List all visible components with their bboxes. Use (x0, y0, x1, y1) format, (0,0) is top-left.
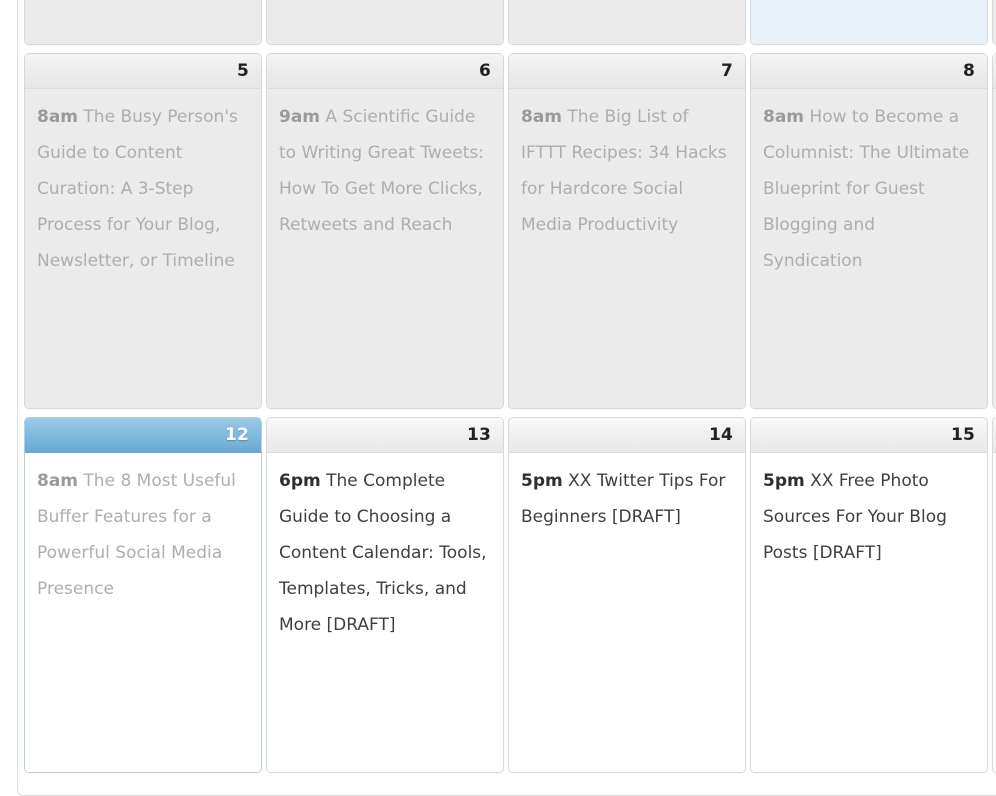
calendar-day-cell-9[interactable]: 9 (992, 53, 996, 409)
calendar-day-cell-15[interactable]: 15 5pm XX Free Photo Sources For Your Blo… (750, 417, 988, 773)
event-time: 5pm (763, 471, 805, 491)
day-number: 14 (708, 424, 733, 445)
day-events-list (751, 0, 987, 44)
day-events-list: 5pm XX Twitter Tips For Beginners [DRAFT… (509, 453, 745, 772)
day-events-list: 6pm The Complete Guide to Choosing a Con… (267, 453, 503, 772)
calendar-event[interactable]: 6pm The Complete Guide to Choosing a Con… (279, 463, 491, 643)
day-events-list: 5pm XX Free Photo Sources For Your Blog … (751, 453, 987, 772)
day-header[interactable]: 14 (509, 418, 745, 453)
calendar-grid: 5 8am The Busy Person's Guide to Content … (17, 0, 996, 796)
calendar-week-row: 12 8am The 8 Most Useful Buffer Features … (18, 417, 996, 781)
day-header[interactable]: 13 (267, 418, 503, 453)
day-number: 12 (224, 424, 249, 445)
day-number: 7 (720, 60, 733, 81)
day-header[interactable]: 15 (751, 418, 987, 453)
calendar-day-cell-7[interactable]: 7 8am The Big List of IFTTT Recipes: 34 H… (508, 53, 746, 409)
event-time: 8am (763, 107, 805, 127)
event-time: 9am (279, 107, 321, 127)
event-title: The Busy Person's Guide to Content Curat… (37, 107, 238, 271)
event-title: How to Become a Columnist: The Ultimate … (763, 107, 970, 271)
day-header[interactable]: 8 (751, 54, 987, 89)
calendar-event[interactable]: 5pm XX Free Photo Sources For Your Blog … (763, 463, 975, 571)
calendar-day-cell-14[interactable]: 14 5pm XX Twitter Tips For Beginners [DRA… (508, 417, 746, 773)
calendar-week-row (18, 0, 996, 53)
calendar-day-cell[interactable] (24, 0, 262, 45)
calendar-day-cell-5[interactable]: 5 8am The Busy Person's Guide to Content … (24, 53, 262, 409)
event-title: The Complete Guide to Choosing a Content… (279, 471, 487, 635)
calendar-day-cell[interactable] (750, 0, 988, 45)
calendar-day-cell-13[interactable]: 13 6pm The Complete Guide to Choosing a C… (266, 417, 504, 773)
calendar-day-cell-12[interactable]: 12 8am The 8 Most Useful Buffer Features … (24, 417, 262, 773)
day-events-list: 8am The Busy Person's Guide to Content C… (25, 89, 261, 408)
event-time: 6pm (279, 471, 321, 491)
day-events-list: 9am A Scientific Guide to Writing Great … (267, 89, 503, 408)
day-events-list: 8am How to Become a Columnist: The Ultim… (751, 89, 987, 408)
calendar-event[interactable]: 8am How to Become a Columnist: The Ultim… (763, 99, 975, 279)
calendar-event[interactable]: 8am The Busy Person's Guide to Content C… (37, 99, 249, 279)
calendar-day-cell-6[interactable]: 6 9am A Scientific Guide to Writing Great… (266, 53, 504, 409)
day-events-list: 8am The 8 Most Useful Buffer Features fo… (25, 453, 261, 772)
calendar-day-cell[interactable] (992, 0, 996, 45)
day-events-list: 8am The Big List of IFTTT Recipes: 34 Ha… (509, 89, 745, 408)
day-number: 5 (236, 60, 249, 81)
day-number: 6 (478, 60, 491, 81)
day-number: 13 (466, 424, 491, 445)
calendar-event[interactable]: 8am The 8 Most Useful Buffer Features fo… (37, 463, 249, 607)
calendar-event[interactable]: 8am The Big List of IFTTT Recipes: 34 Ha… (521, 99, 733, 243)
calendar-day-cell[interactable] (266, 0, 504, 45)
event-time: 8am (521, 107, 563, 127)
event-time: 5pm (521, 471, 563, 491)
calendar-event[interactable]: 9am A Scientific Guide to Writing Great … (279, 99, 491, 243)
day-header[interactable]: 12 (25, 418, 261, 453)
calendar-day-cell-16[interactable]: 16 (992, 417, 996, 773)
event-time: 8am (37, 107, 79, 127)
day-events-list (267, 0, 503, 44)
event-time: 8am (37, 471, 79, 491)
day-number: 15 (950, 424, 975, 445)
calendar-week-row: 5 8am The Busy Person's Guide to Content … (18, 53, 996, 417)
day-events-list (509, 0, 745, 44)
day-header[interactable]: 6 (267, 54, 503, 89)
calendar-day-cell[interactable] (508, 0, 746, 45)
day-number: 8 (962, 60, 975, 81)
day-events-list (25, 0, 261, 44)
calendar-event[interactable]: 5pm XX Twitter Tips For Beginners [DRAFT… (521, 463, 733, 535)
calendar-day-cell-8[interactable]: 8 8am How to Become a Columnist: The Ulti… (750, 53, 988, 409)
day-header[interactable]: 5 (25, 54, 261, 89)
day-header[interactable]: 7 (509, 54, 745, 89)
